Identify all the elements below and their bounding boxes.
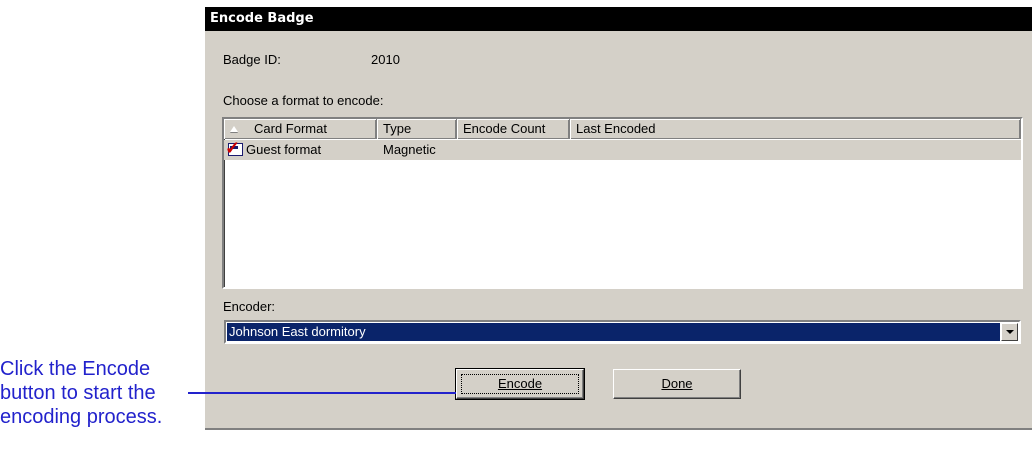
encoder-selected-value: Johnson East dormitory <box>227 323 1000 341</box>
card-checked-icon: ✓ <box>225 139 244 158</box>
column-header-last-encoded[interactable]: Last Encoded <box>570 119 1021 139</box>
table-row[interactable]: ✓ Guest format Magnetic <box>224 137 1021 160</box>
badge-id-value: 2010 <box>371 52 400 67</box>
list-header: Card Format Type Encode Count Last Encod… <box>224 119 1021 139</box>
callout-text: Click the Encode button to start the enc… <box>0 358 163 428</box>
cell-last-encoded <box>570 140 1021 160</box>
focus-rectangle <box>461 374 579 394</box>
sort-ascending-icon <box>230 125 238 132</box>
encode-badge-dialog: Encode Badge Badge ID: 2010 Choose a for… <box>205 7 1032 430</box>
encode-button[interactable]: Encode <box>455 368 585 400</box>
cell-type: Magnetic <box>383 142 436 157</box>
badge-id-label: Badge ID: <box>223 52 281 67</box>
cell-card-format: ✓ Guest format <box>225 137 322 158</box>
callout-pointer-line <box>188 392 456 394</box>
column-header-type[interactable]: Type <box>377 119 457 139</box>
dialog-title: Encode Badge <box>205 7 1032 31</box>
chevron-down-icon[interactable] <box>1001 323 1018 341</box>
card-format-list[interactable]: Card Format Type Encode Count Last Encod… <box>222 117 1023 289</box>
cell-encode-count <box>457 140 570 160</box>
encoder-select[interactable]: Johnson East dormitory <box>224 320 1021 344</box>
format-prompt: Choose a format to encode: <box>223 93 384 108</box>
done-button[interactable]: Done <box>613 369 741 399</box>
column-header-encode-count[interactable]: Encode Count <box>457 119 570 139</box>
encoder-label: Encoder: <box>223 299 276 314</box>
column-header-card-format[interactable]: Card Format <box>224 119 377 139</box>
